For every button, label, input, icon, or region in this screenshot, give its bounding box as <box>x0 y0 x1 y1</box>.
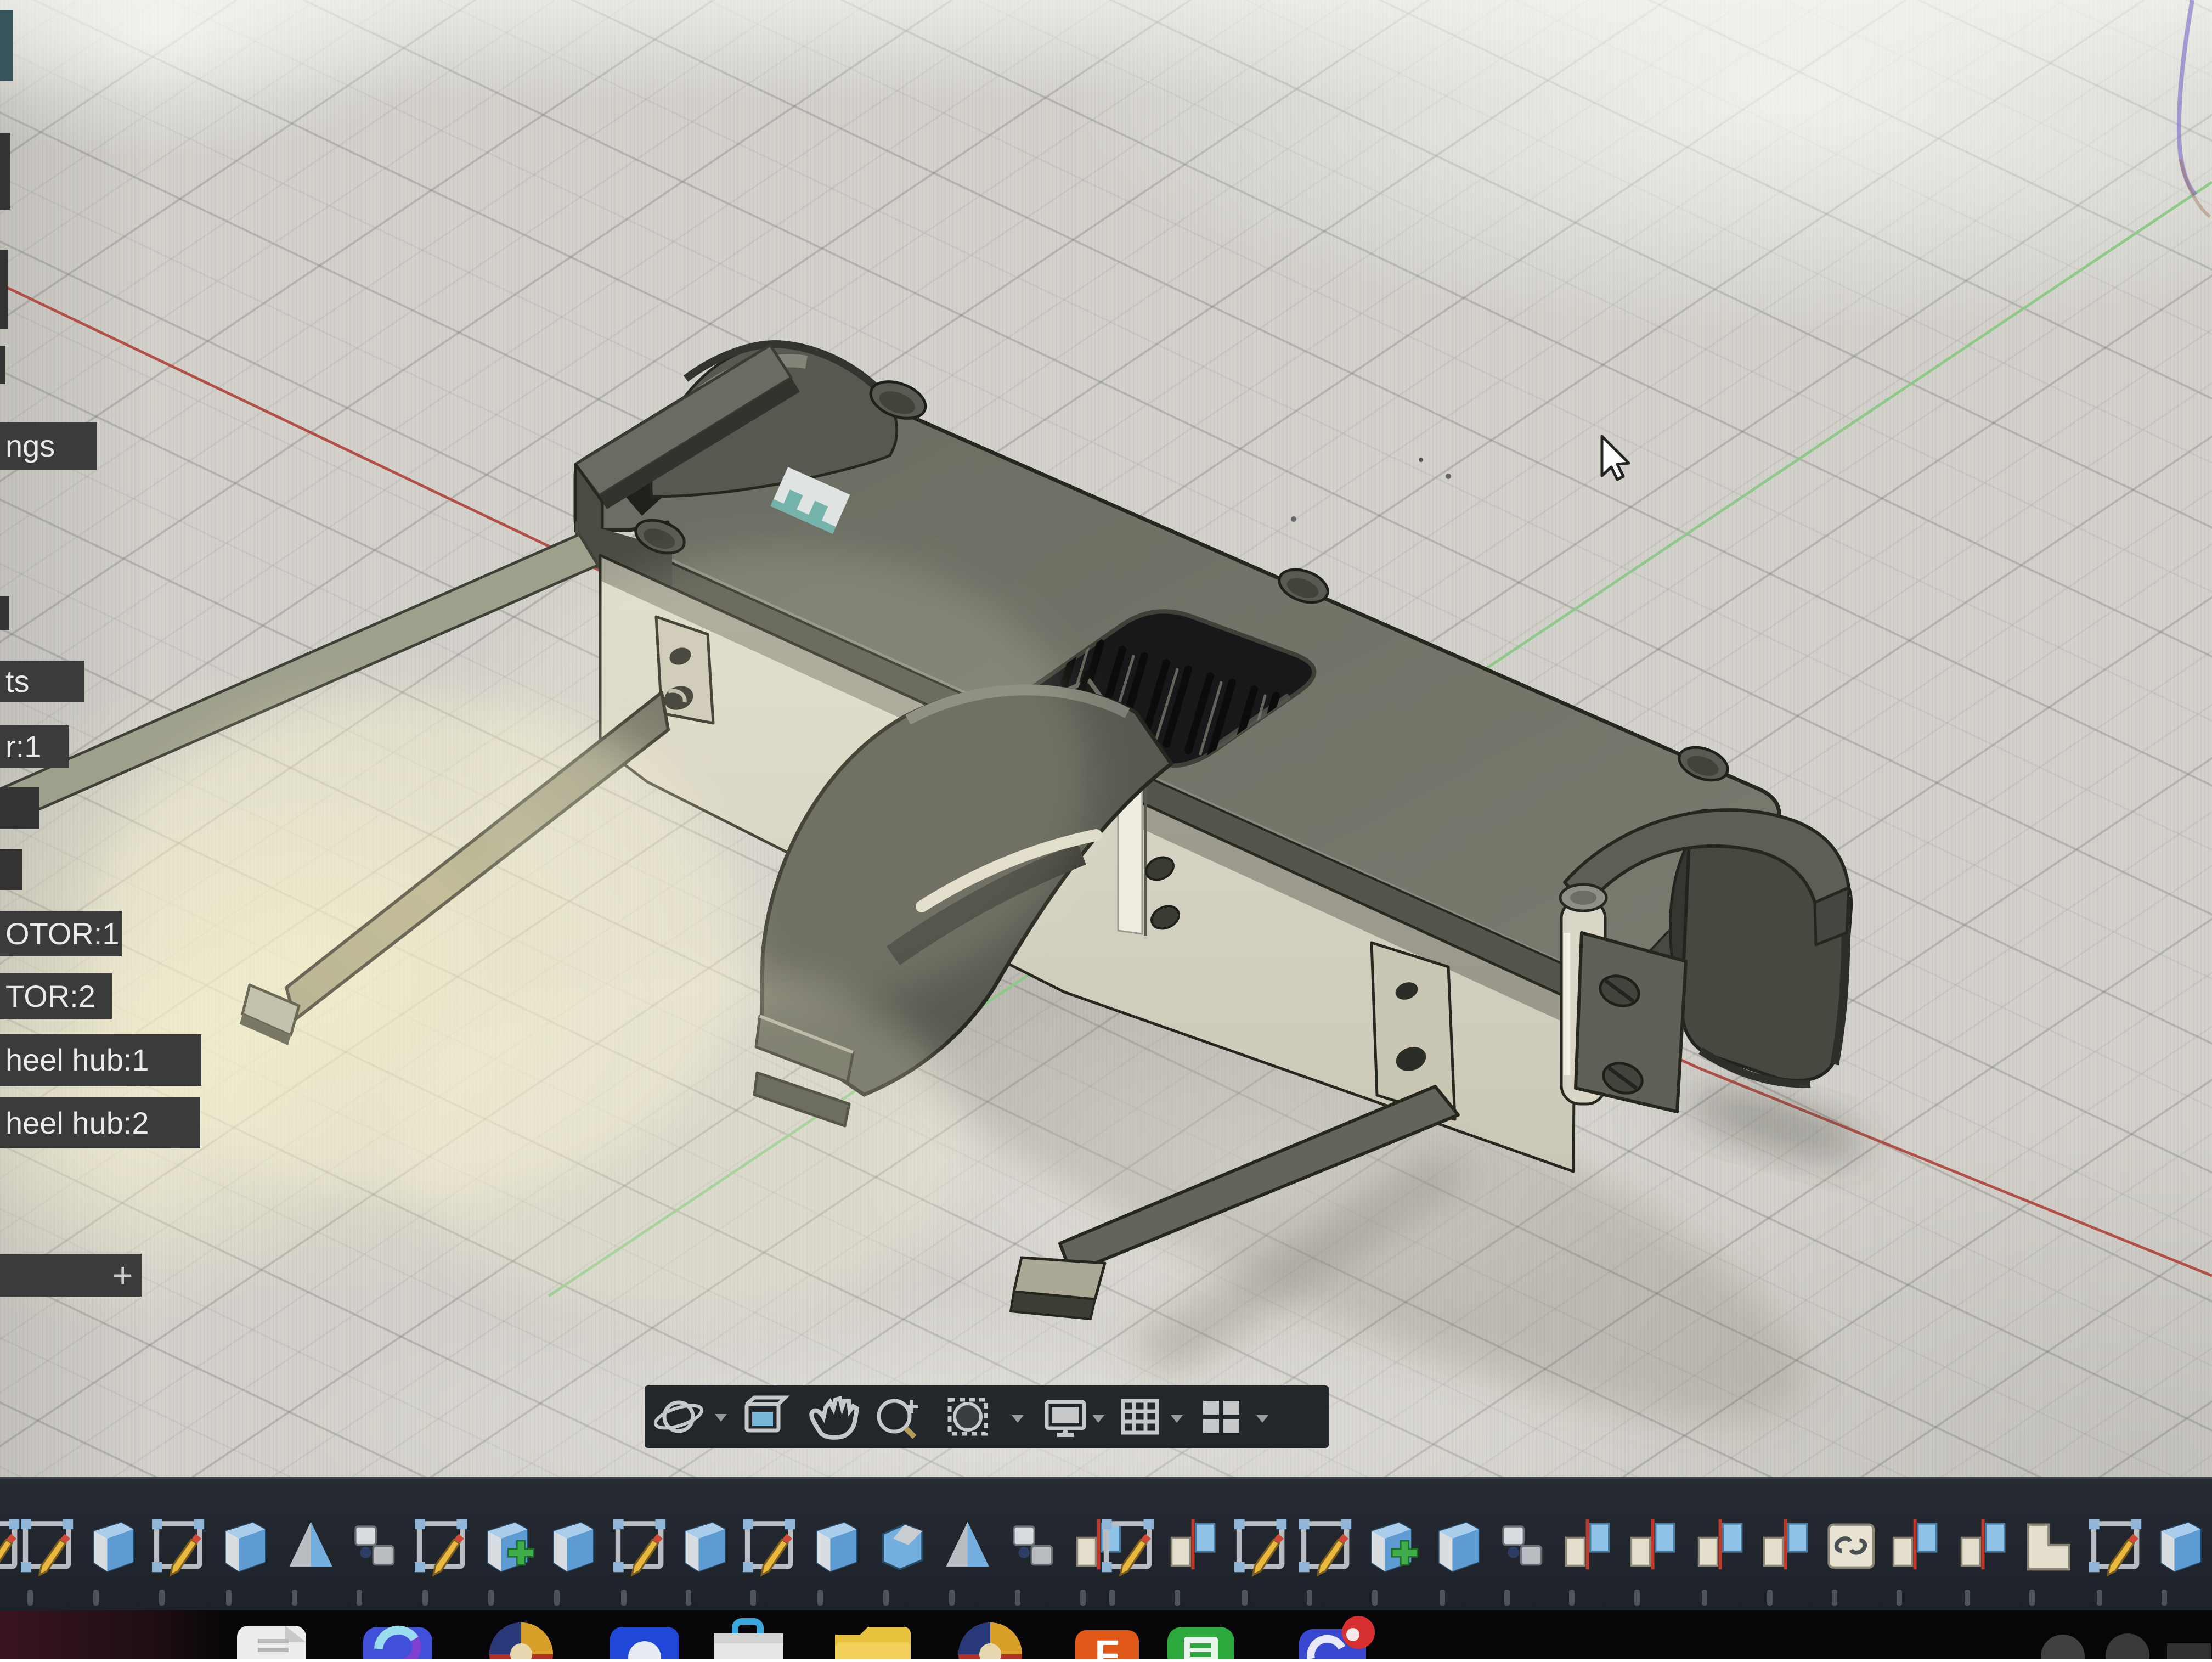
svg-text:F: F <box>1094 1632 1119 1659</box>
